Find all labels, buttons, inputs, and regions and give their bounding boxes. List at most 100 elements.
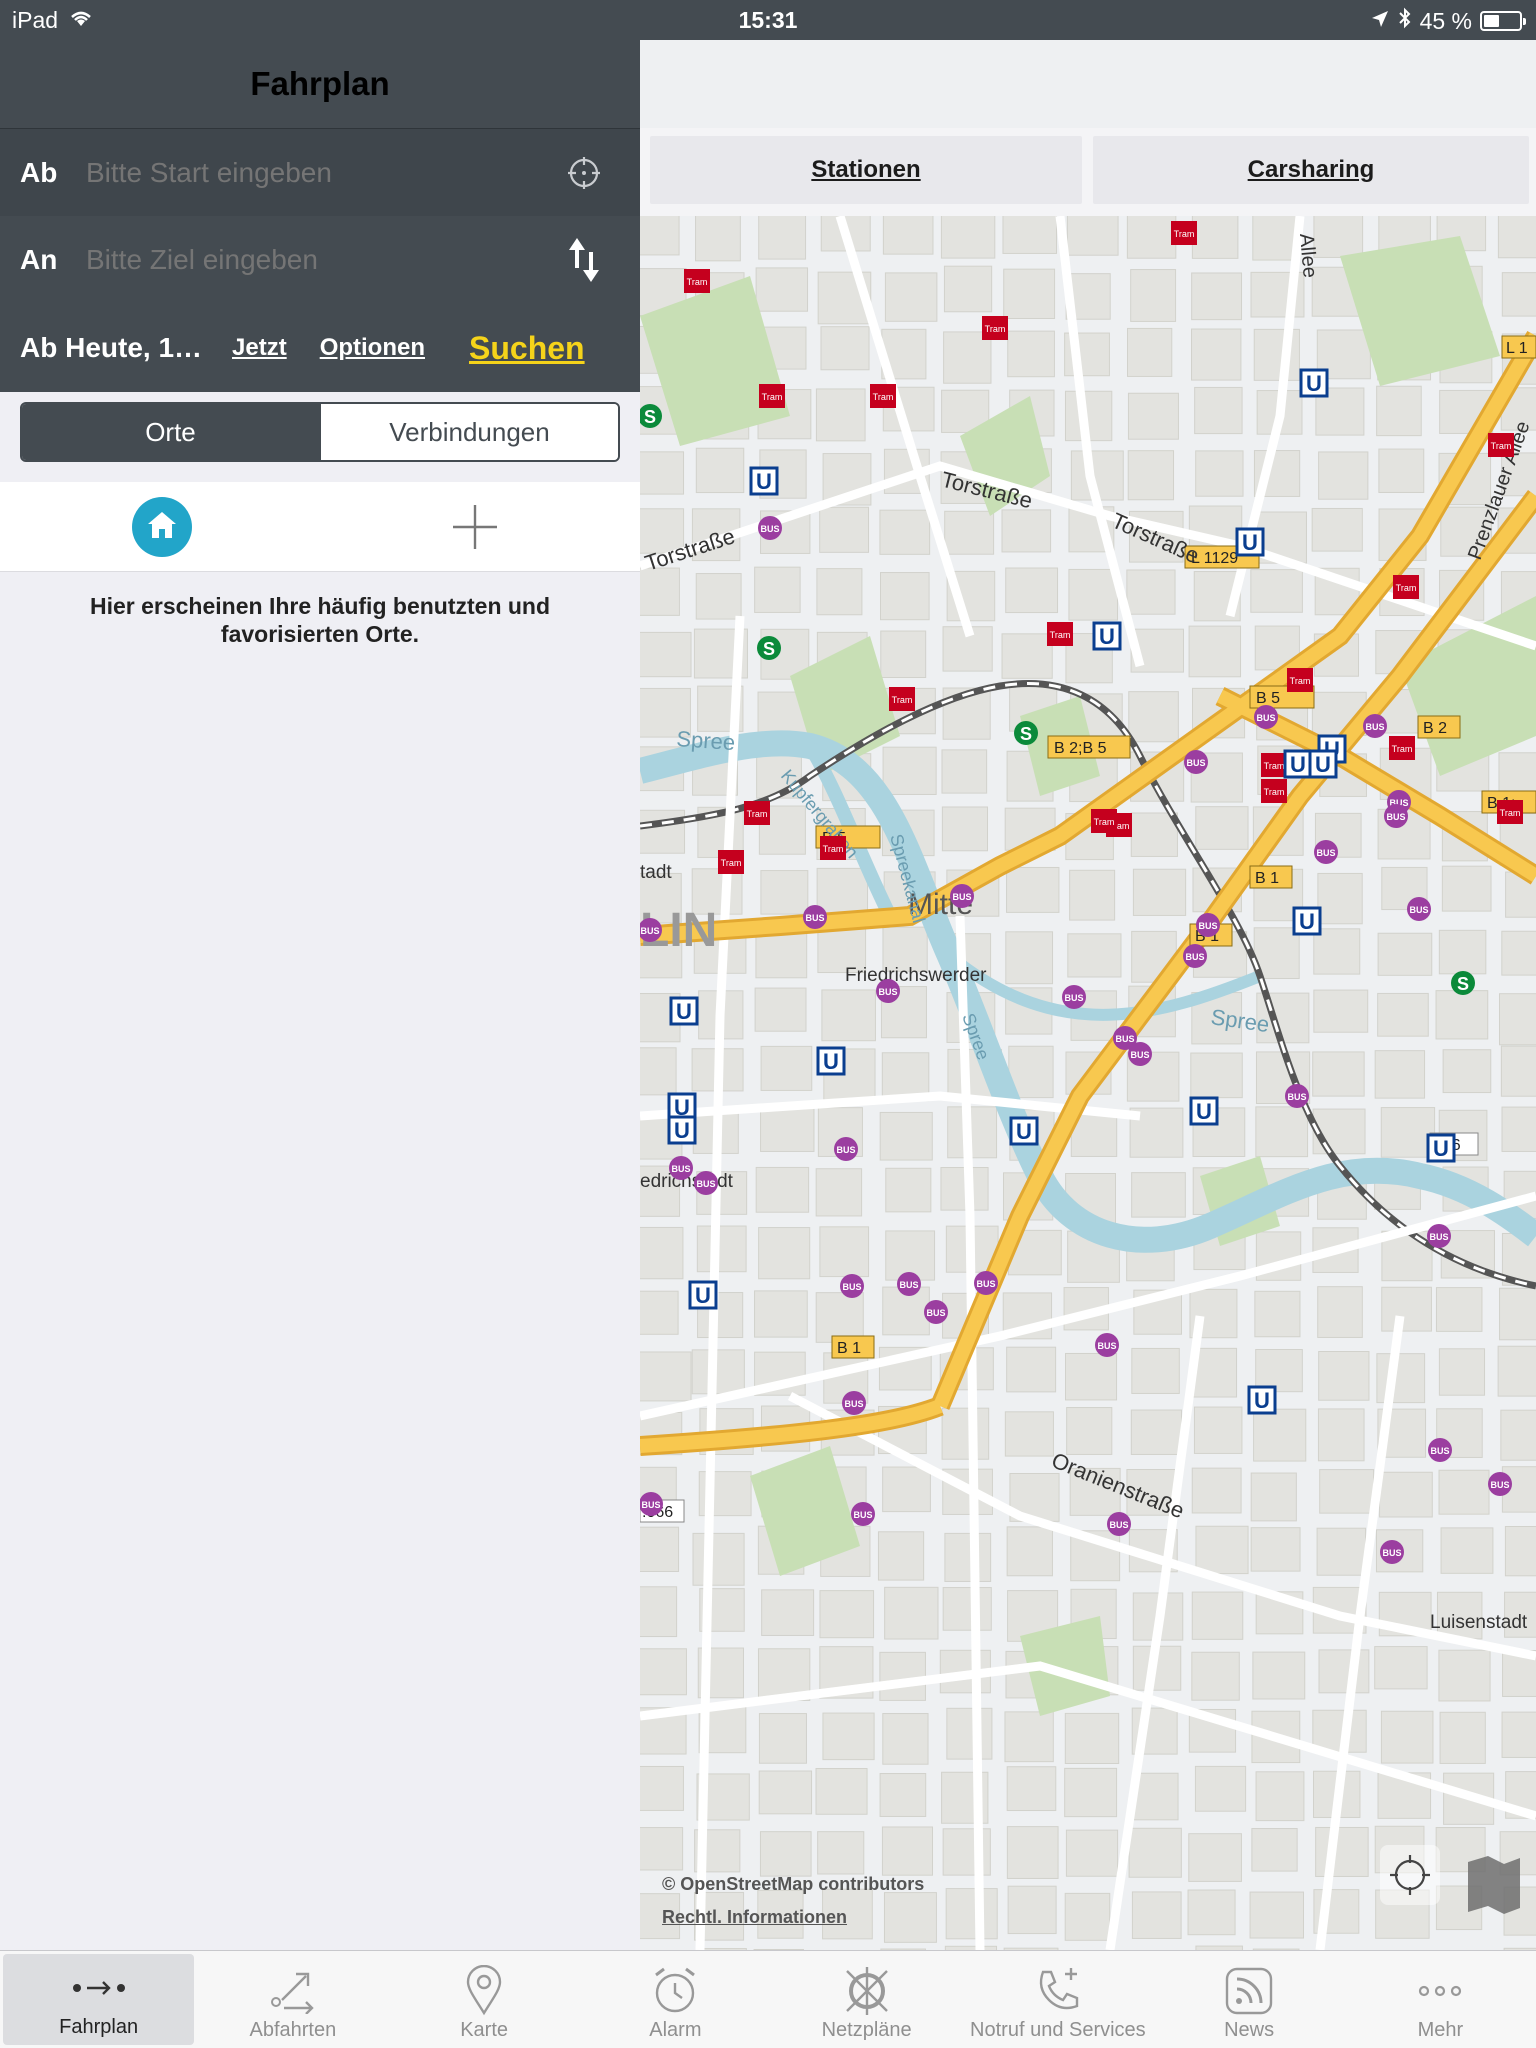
home-favorite-button[interactable] <box>132 497 192 557</box>
now-link[interactable]: Jetzt <box>232 334 287 362</box>
legal-info-link[interactable]: Rechtl. Informationen <box>662 1907 847 1928</box>
stations-button[interactable]: Stationen <box>650 136 1082 204</box>
ubahn-stop-marker[interactable]: U <box>1299 368 1329 398</box>
options-link[interactable]: Optionen <box>320 334 425 362</box>
sbahn-stop-marker[interactable]: S <box>757 636 781 660</box>
tab-karte[interactable]: Karte <box>389 1951 580 2048</box>
bus-stop-marker[interactable]: BUS <box>669 1156 693 1180</box>
ubahn-stop-marker[interactable]: U <box>1292 906 1322 936</box>
departure-time-selector[interactable]: Ab Heute, 15:31 <box>0 332 212 364</box>
bus-stop-marker[interactable]: BUS <box>950 884 974 908</box>
ubahn-stop-marker[interactable]: U <box>816 1046 846 1076</box>
map-locate-button[interactable] <box>1380 1845 1440 1905</box>
tram-stop-marker[interactable]: Tram <box>1389 736 1415 760</box>
ubahn-stop-marker[interactable]: U <box>1426 1133 1456 1163</box>
bus-stop-marker[interactable]: BUS <box>1285 1084 1309 1108</box>
add-favorite-button[interactable] <box>450 502 500 552</box>
bus-stop-marker[interactable]: BUS <box>1062 985 1086 1009</box>
ubahn-stop-marker[interactable]: U <box>1189 1096 1219 1126</box>
tram-stop-marker[interactable]: Tram <box>1261 779 1287 803</box>
bus-stop-marker[interactable]: BUS <box>1254 705 1278 729</box>
favorites-strip <box>0 482 640 572</box>
bus-stop-marker[interactable]: BUS <box>1095 1333 1119 1357</box>
tram-stop-marker[interactable]: Tram <box>684 269 710 293</box>
tab-fahrplan[interactable]: Fahrplan <box>3 1954 195 2045</box>
bus-stop-marker[interactable]: BUS <box>1427 1224 1451 1248</box>
bus-stop-marker[interactable]: BUS <box>1488 1472 1512 1496</box>
map-view[interactable]: L 1129 B 5 B 2;B 5 B 5 B 2 B 1 B 1 B 1 <box>640 216 1536 1950</box>
city-block <box>1191 1467 1242 1514</box>
tram-stop-marker[interactable]: Tram <box>759 384 785 408</box>
tram-stop-marker[interactable]: Tram <box>1261 753 1287 777</box>
bus-stop-marker[interactable]: BUS <box>803 905 827 929</box>
city-block <box>640 1765 684 1811</box>
bus-stop-marker[interactable]: BUS <box>1128 1042 1152 1066</box>
map-layer-button[interactable] <box>1460 1842 1528 1922</box>
bus-stop-marker[interactable]: BUS <box>1407 897 1431 921</box>
bus-stop-marker[interactable]: BUS <box>851 1502 875 1526</box>
tab-mehr[interactable]: Mehr <box>1345 1951 1536 2048</box>
carsharing-button[interactable]: Carsharing <box>1093 136 1529 204</box>
ubahn-stop-marker[interactable]: U <box>1092 621 1122 651</box>
tram-stop-marker[interactable]: Tram <box>870 384 896 408</box>
tram-stop-marker[interactable]: Tram <box>718 850 744 874</box>
tram-stop-marker[interactable]: Tram <box>889 687 915 711</box>
tram-stop-marker[interactable]: Tram <box>1497 800 1523 824</box>
start-input[interactable] <box>86 156 554 189</box>
bus-stop-marker[interactable]: BUS <box>1428 1438 1452 1462</box>
crosshair-icon[interactable] <box>554 143 614 203</box>
tab-notruf[interactable]: Notruf und Services <box>962 1951 1153 2048</box>
ubahn-stop-marker[interactable]: U <box>669 996 699 1026</box>
bus-stop-marker[interactable]: BUS <box>842 1391 866 1415</box>
ubahn-stop-marker[interactable]: U <box>667 1115 697 1145</box>
bus-stop-marker[interactable]: BUS <box>840 1274 864 1298</box>
bus-stop-marker[interactable]: BUS <box>1183 944 1207 968</box>
swap-arrows-icon[interactable] <box>554 230 614 290</box>
bus-stop-marker[interactable]: BUS <box>1184 750 1208 774</box>
ubahn-stop-marker[interactable]: U <box>1235 527 1265 557</box>
segment-places[interactable]: Orte <box>22 404 319 460</box>
tram-stop-marker[interactable]: Tram <box>1488 433 1514 457</box>
bus-stop-marker[interactable]: BUS <box>974 1271 998 1295</box>
bus-stop-marker[interactable]: BUS <box>1384 804 1408 828</box>
segment-connections[interactable]: Verbindungen <box>319 404 618 460</box>
tram-stop-marker[interactable]: Tram <box>1171 221 1197 245</box>
bus-stop-marker[interactable]: BUS <box>694 1171 718 1195</box>
tab-netzplaene[interactable]: Netzpläne <box>771 1951 962 2048</box>
ubahn-stop-marker[interactable]: U <box>749 466 779 496</box>
bus-stop-marker[interactable]: BUS <box>1380 1540 1404 1564</box>
bus-stop-marker[interactable]: BUS <box>1107 1512 1131 1536</box>
ubahn-stop-marker[interactable]: U <box>688 1280 718 1310</box>
tab-alarm[interactable]: Alarm <box>580 1951 771 2048</box>
sbahn-stop-marker[interactable]: S <box>1014 721 1038 745</box>
sbahn-stop-marker[interactable]: S <box>1451 971 1475 995</box>
tram-stop-marker[interactable]: Tram <box>1287 668 1313 692</box>
tram-stop-marker[interactable]: Tram <box>1091 809 1117 833</box>
tab-abfahrten[interactable]: Abfahrten <box>197 1951 388 2048</box>
destination-row[interactable]: An <box>0 216 640 304</box>
ubahn-stop-marker[interactable]: U <box>1308 749 1338 779</box>
bus-stop-marker[interactable]: BUS <box>897 1272 921 1296</box>
tram-stop-marker[interactable]: Tram <box>820 836 846 860</box>
bus-stop-marker[interactable]: BUS <box>1363 714 1387 738</box>
bus-stop-marker[interactable]: BUS <box>758 516 782 540</box>
tram-stop-marker[interactable]: Tram <box>982 316 1008 340</box>
bus-stop-marker[interactable]: BUS <box>834 1137 858 1161</box>
bus-stop-marker[interactable]: BUS <box>1196 913 1220 937</box>
tram-stop-marker[interactable]: Tram <box>1393 575 1419 599</box>
bus-stop-marker[interactable]: BUS <box>1314 840 1338 864</box>
bus-stop-marker[interactable]: BUS <box>924 1300 948 1324</box>
bus-stop-marker[interactable]: BUS <box>876 979 900 1003</box>
start-row[interactable]: Ab <box>0 128 640 216</box>
search-button[interactable]: Suchen <box>469 330 585 367</box>
city-block <box>1317 1286 1363 1338</box>
bus-stop-marker[interactable]: BUS <box>640 1492 663 1516</box>
destination-input[interactable] <box>86 244 554 276</box>
map-canvas[interactable]: L 1129 B 5 B 2;B 5 B 5 B 2 B 1 B 1 B 1 <box>640 216 1536 1950</box>
ubahn-stop-marker[interactable]: U <box>1283 749 1313 779</box>
tab-news[interactable]: News <box>1154 1951 1345 2048</box>
tram-stop-marker[interactable]: Tram <box>744 801 770 825</box>
tram-stop-marker[interactable]: Tram <box>1047 622 1073 646</box>
ubahn-stop-marker[interactable]: U <box>1247 1385 1277 1415</box>
ubahn-stop-marker[interactable]: U <box>1009 1116 1039 1146</box>
